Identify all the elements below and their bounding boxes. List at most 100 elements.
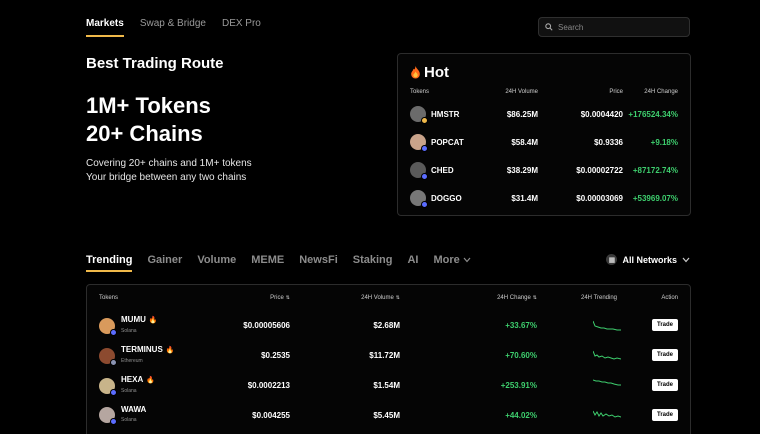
grid-icon: ▦ <box>606 254 618 265</box>
hot-change: +176524.34% <box>628 110 678 119</box>
trade-button[interactable]: Trade <box>651 379 678 391</box>
trade-button[interactable]: Trade <box>651 349 678 361</box>
tab-gainer[interactable]: Gainer <box>147 254 182 272</box>
network-selector-label: All Networks <box>622 254 677 265</box>
token-name: TERMINUS <box>121 345 163 354</box>
token-volume: $5.45M <box>373 411 400 420</box>
tab-staking[interactable]: Staking <box>353 254 393 272</box>
table-row[interactable]: HEXA 🔥 Solana $0.0002213 $1.54M +253.91% T… <box>87 375 690 399</box>
th-price[interactable]: Price ⇅ <box>270 295 290 301</box>
hot-token-name: DOGGO <box>431 193 462 203</box>
token-avatar <box>99 407 117 425</box>
tab-meme[interactable]: MEME <box>251 254 284 272</box>
token-avatar <box>410 134 428 152</box>
token-price: $0.00005606 <box>243 321 290 330</box>
search-box[interactable] <box>538 17 690 37</box>
token-chain: Solana <box>121 388 137 394</box>
th-volume[interactable]: 24H Volume ⇅ <box>361 295 400 301</box>
th-volume-label: 24H Volume <box>361 295 394 301</box>
hot-token-cell: HMSTR <box>410 106 459 124</box>
nav-swap-bridge[interactable]: Swap & Bridge <box>140 18 206 37</box>
th-tokens: Tokens <box>99 295 119 301</box>
hero-desc-line2: Your bridge between any two chains <box>86 172 247 183</box>
tab-newsfi[interactable]: NewsFi <box>299 254 338 272</box>
token-price: $0.004255 <box>252 411 290 420</box>
token-change: +253.91% <box>500 381 537 390</box>
th-trending: 24H Trending <box>581 295 618 301</box>
hot-token-name: POPCAT <box>431 137 464 147</box>
hot-volume: $31.4M <box>511 194 538 203</box>
hot-row[interactable]: DOGGO $31.4M $0.00003069 +53969.07% <box>398 190 690 210</box>
token-name: HEXA <box>121 375 144 384</box>
token-cell: HEXA 🔥 Solana <box>99 375 155 396</box>
fire-icon: 🔥 <box>148 317 158 324</box>
token-avatar <box>410 190 428 208</box>
hero-title: 1M+ Tokens 20+ Chains <box>86 92 211 148</box>
th-change[interactable]: 24H Change ⇅ <box>497 295 537 301</box>
token-avatar <box>99 347 117 366</box>
token-avatar <box>410 106 428 124</box>
trade-button[interactable]: Trade <box>651 409 678 421</box>
nav-dex-pro[interactable]: DEX Pro <box>222 18 261 37</box>
th-change-label: 24H Change <box>497 295 531 301</box>
table-row[interactable]: MUMU 🔥 Solana $0.00005606 $2.68M +33.67% T… <box>87 315 690 339</box>
chain-badge-icon <box>421 201 428 208</box>
hero-description: Covering 20+ chains and 1M+ tokens Your … <box>86 157 252 185</box>
tab-ai[interactable]: AI <box>407 254 418 272</box>
trend-sparkline <box>592 407 622 425</box>
hot-change: +53969.07% <box>632 194 678 203</box>
chain-badge-icon <box>110 358 117 366</box>
hot-change: +9.18% <box>650 138 678 147</box>
hot-title: Hot <box>410 64 449 81</box>
hot-volume: $86.25M <box>506 110 538 119</box>
tab-more[interactable]: More <box>433 254 471 272</box>
hero-title-line1: 1M+ Tokens <box>86 93 211 118</box>
token-change: +33.67% <box>505 321 537 330</box>
token-name: MUMU <box>121 315 146 324</box>
trade-cell: Trade <box>651 379 678 391</box>
hot-row[interactable]: HMSTR $86.25M $0.0004420 +176524.34% <box>398 106 690 126</box>
token-name-block: MUMU 🔥 Solana <box>121 315 158 336</box>
table-row[interactable]: TERMINUS 🔥 Ethereum $0.2535 $11.72M +70.60… <box>87 345 690 369</box>
trade-cell: Trade <box>651 409 678 421</box>
fire-icon: 🔥 <box>146 377 155 384</box>
token-price: $0.2535 <box>261 351 290 360</box>
table-header: Tokens Price ⇅ 24H Volume ⇅ 24H Change ⇅ 24… <box>87 295 690 305</box>
hot-change: +87172.74% <box>632 166 678 175</box>
hot-row[interactable]: CHED $38.29M $0.00002722 +87172.74% <box>398 162 690 182</box>
token-volume: $11.72M <box>369 351 400 360</box>
token-name-block: TERMINUS 🔥 Ethereum <box>121 345 175 366</box>
token-change: +70.60% <box>505 351 537 360</box>
token-volume: $1.54M <box>373 381 400 390</box>
search-icon <box>545 23 553 31</box>
trade-button[interactable]: Trade <box>651 319 678 331</box>
token-volume: $2.68M <box>373 321 400 330</box>
table-row[interactable]: WAWA Solana $0.004255 $5.45M +44.02% Trad… <box>87 405 690 429</box>
search-input[interactable] <box>558 22 678 32</box>
hot-price: $0.00002722 <box>576 166 623 175</box>
trend-sparkline <box>592 317 621 335</box>
token-cell: MUMU 🔥 Solana <box>99 315 158 336</box>
token-chain: Ethereum <box>121 358 143 364</box>
chevron-down-icon <box>682 257 690 262</box>
hot-token-cell: DOGGO <box>410 190 462 208</box>
token-name-line: MUMU 🔥 <box>121 315 158 326</box>
hot-row[interactable]: POPCAT $58.4M $0.9336 +9.18% <box>398 134 690 154</box>
hot-header-change: 24H Change <box>644 89 678 95</box>
tab-trending[interactable]: Trending <box>86 254 133 272</box>
trend-sparkline <box>592 347 622 365</box>
network-selector[interactable]: ▦ All Networks <box>606 254 690 265</box>
category-tabs: Trending Gainer Volume MEME NewsFi Staki… <box>86 254 471 272</box>
sort-icon: ⇅ <box>285 295 290 301</box>
sort-icon: ⇅ <box>395 295 400 301</box>
chain-badge-icon <box>421 145 428 152</box>
token-avatar <box>410 162 428 180</box>
token-change: +44.02% <box>505 411 537 420</box>
hot-panel: Hot Tokens 24H Volume Price 24H Change H… <box>397 53 691 216</box>
hot-volume: $38.29M <box>506 166 538 175</box>
token-name-line: TERMINUS 🔥 <box>121 345 175 356</box>
tab-volume[interactable]: Volume <box>197 254 236 272</box>
token-avatar <box>99 377 117 396</box>
nav-markets[interactable]: Markets <box>86 18 124 37</box>
token-cell: WAWA Solana <box>99 405 146 425</box>
